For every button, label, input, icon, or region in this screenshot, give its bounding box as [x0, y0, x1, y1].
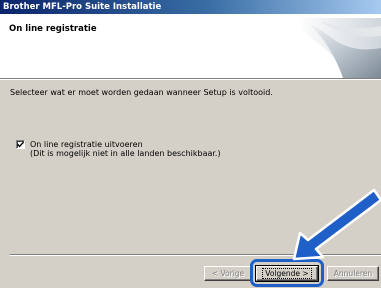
header-divider [0, 79, 381, 80]
pointer-arrow-icon [292, 188, 381, 261]
checkmark-icon [17, 141, 24, 148]
option-note: (Dit is mogelijk niet in alle landen bes… [30, 149, 221, 158]
online-registration-option[interactable]: On line registratie uitvoeren (Dit is mo… [16, 140, 266, 164]
back-button[interactable]: < Vorige [204, 266, 252, 281]
page-curl-graphic [297, 18, 381, 78]
cancel-button[interactable]: Annuleren [327, 266, 379, 281]
online-registration-checkbox[interactable] [16, 140, 25, 149]
option-label[interactable]: On line registratie uitvoeren [30, 140, 143, 149]
window-title: Brother MFL-Pro Suite Installatie [0, 0, 381, 14]
wizard-header: On line registratie [0, 14, 381, 79]
page-title: On line registratie [9, 24, 97, 34]
instruction-text: Selecteer wat er moet worden gedaan wann… [10, 88, 273, 97]
next-button-highlight [250, 259, 324, 287]
